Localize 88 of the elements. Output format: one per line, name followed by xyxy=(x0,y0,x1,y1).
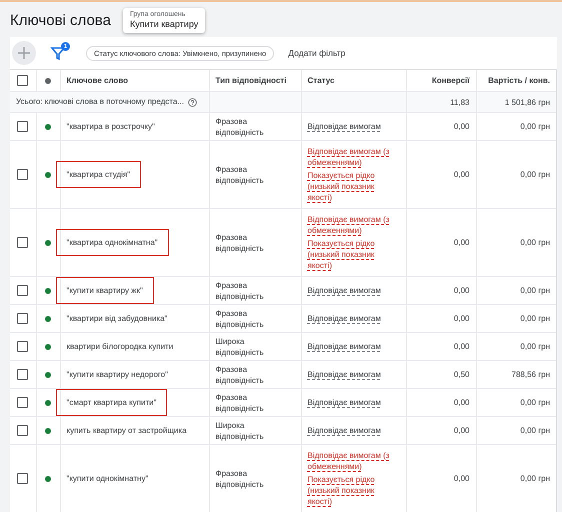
conversions-value: 0,00 xyxy=(454,170,470,179)
column-header[interactable]: Тип відповідності xyxy=(216,76,286,85)
row-checkbox[interactable] xyxy=(17,341,28,352)
row-checkbox[interactable] xyxy=(17,285,28,296)
cost-value: 0,00 грн xyxy=(520,398,550,407)
column-header[interactable]: Конверсії xyxy=(432,76,470,85)
status-text[interactable]: Відповідає вимогам xyxy=(308,121,400,132)
column-header[interactable]: Статус xyxy=(308,76,334,85)
row-checkbox[interactable] xyxy=(17,369,28,380)
enabled-dot-icon xyxy=(45,172,51,178)
status-text[interactable]: Відповідає вимогам (з обмеженнями) xyxy=(308,214,400,236)
keyword-text[interactable]: "смарт квартира купити" xyxy=(56,390,166,415)
conversions-value: 0,00 xyxy=(454,314,470,323)
match-type: Фразова відповідність xyxy=(216,308,264,328)
select-all-checkbox[interactable] xyxy=(17,75,28,86)
enabled-dot-icon xyxy=(45,288,51,294)
status-text[interactable]: Показується рідко (низький показник якості) xyxy=(308,170,400,203)
cost-value: 0,00 грн xyxy=(520,170,550,179)
row-checkbox[interactable] xyxy=(17,121,28,132)
match-type: Фразова відповідність xyxy=(216,364,264,384)
status-text[interactable]: Відповідає вимогам xyxy=(308,341,400,352)
column-header[interactable]: Ключове слово xyxy=(66,76,128,85)
status-text[interactable]: Показується рідко (низький показник якості) xyxy=(308,474,400,507)
keyword-text[interactable]: "купити однокімнатну" xyxy=(66,472,148,485)
status-text[interactable]: Відповідає вимогам xyxy=(308,425,400,436)
match-type: Широка відповідність xyxy=(216,336,264,356)
match-type: Фразова відповідність xyxy=(216,280,264,300)
help-icon[interactable] xyxy=(188,98,197,107)
enabled-dot-icon xyxy=(45,372,51,378)
keyword-text[interactable]: "купити квартиру жк" xyxy=(56,278,153,303)
add-button[interactable] xyxy=(12,41,36,65)
summary-conversions: 11,83 xyxy=(450,98,470,106)
cost-value: 788,56 грн xyxy=(512,370,550,379)
status-dot-icon xyxy=(45,78,51,84)
row-checkbox[interactable] xyxy=(17,397,28,408)
row-checkbox[interactable] xyxy=(17,237,28,248)
conversions-value: 0,00 xyxy=(454,286,470,295)
match-type: Фразова відповідність xyxy=(216,232,264,252)
summary-label: Усього: ключові слова в поточному предста... xyxy=(16,97,184,106)
cost-value: 0,00 грн xyxy=(520,286,550,295)
status-text[interactable]: Відповідає вимогам xyxy=(308,285,400,296)
conversions-value: 0,00 xyxy=(454,426,470,435)
conversions-value: 0,00 xyxy=(454,342,470,351)
summary-cost: 1 501,86 грн xyxy=(504,98,550,106)
conversions-value: 0,50 xyxy=(454,370,470,379)
keyword-text[interactable]: квартири білогородка купити xyxy=(66,340,174,353)
conversions-value: 0,00 xyxy=(454,398,470,407)
keyword-text[interactable]: "квартира студія" xyxy=(56,162,140,187)
enabled-dot-icon xyxy=(45,124,51,130)
status-text[interactable]: Відповідає вимогам (з обмеженнями) xyxy=(308,146,400,168)
enabled-dot-icon xyxy=(45,316,51,322)
enabled-dot-icon xyxy=(45,400,51,406)
conversions-value: 0,00 xyxy=(454,474,470,483)
match-type: Широка відповідність xyxy=(216,420,264,440)
enabled-dot-icon xyxy=(45,428,51,434)
match-type: Фразова відповідність xyxy=(216,392,264,412)
status-text[interactable]: Відповідає вимогам (з обмеженнями) xyxy=(308,450,400,472)
column-header[interactable]: Вартість / конв. xyxy=(488,76,550,85)
cost-value: 0,00 грн xyxy=(520,314,550,323)
conversions-value: 0,00 xyxy=(454,122,470,131)
cost-value: 0,00 грн xyxy=(520,238,550,247)
cost-value: 0,00 грн xyxy=(520,342,550,351)
cost-value: 0,00 грн xyxy=(520,474,550,483)
status-text[interactable]: Відповідає вимогам xyxy=(308,369,400,380)
ad-group-name: Купити квартиру xyxy=(130,19,198,29)
cost-value: 0,00 грн xyxy=(520,426,550,435)
enabled-dot-icon xyxy=(45,476,51,482)
cost-value: 0,00 грн xyxy=(520,122,550,131)
status-text[interactable]: Показується рідко (низький показник якості) xyxy=(308,238,400,271)
keyword-text[interactable]: "квартири від забудовника" xyxy=(66,312,168,325)
row-checkbox[interactable] xyxy=(17,313,28,324)
conversions-value: 0,00 xyxy=(454,238,470,247)
keyword-text[interactable]: "купити квартиру недорого" xyxy=(66,368,168,381)
status-text[interactable]: Відповідає вимогам xyxy=(308,397,400,408)
enabled-dot-icon xyxy=(45,240,51,246)
keyword-text[interactable]: "квартира в розстрочку" xyxy=(66,120,155,133)
status-text[interactable]: Відповідає вимогам xyxy=(308,313,400,324)
match-type: Фразова відповідність xyxy=(216,164,264,184)
add-filter-button[interactable]: Додати фільтр xyxy=(288,48,346,58)
row-checkbox[interactable] xyxy=(17,473,28,484)
match-type: Фразова відповідність xyxy=(216,116,264,136)
row-checkbox[interactable] xyxy=(17,425,28,436)
page-title: Ключові слова xyxy=(10,12,111,29)
row-checkbox[interactable] xyxy=(17,169,28,180)
match-type: Фразова відповідність xyxy=(216,468,264,488)
keyword-text[interactable]: купить квартиру от застройщика xyxy=(66,424,187,437)
keyword-text[interactable]: "квартира однокімнатна" xyxy=(56,230,168,255)
enabled-dot-icon xyxy=(45,344,51,350)
